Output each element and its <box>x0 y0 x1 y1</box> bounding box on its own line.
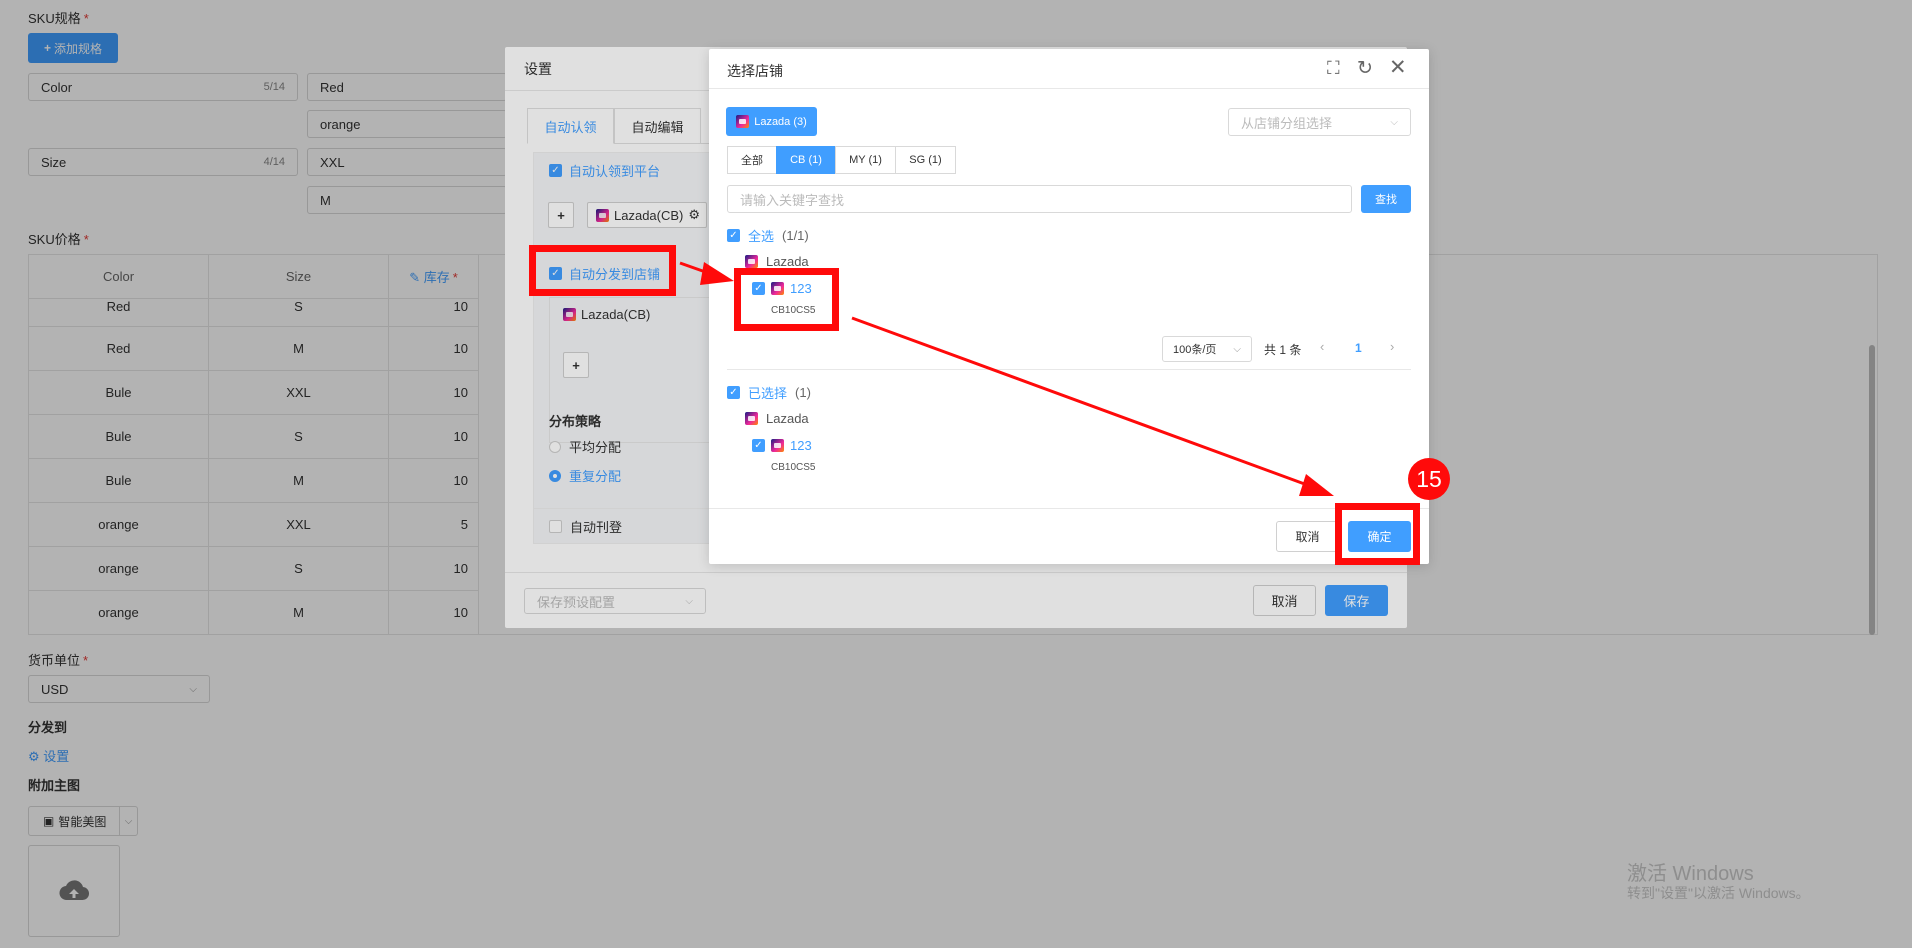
arrow-head-2 <box>1299 474 1334 496</box>
arrow-line-2 <box>851 316 1311 488</box>
annotation-arrows <box>679 261 1334 496</box>
windows-watermark-subtitle: 转到"设置"以激活 Windows。 <box>1627 885 1810 901</box>
arrow-head-1 <box>700 262 734 285</box>
step-number-badge: 15 <box>1408 458 1450 500</box>
windows-watermark-title: 激活 Windows <box>1627 863 1754 885</box>
